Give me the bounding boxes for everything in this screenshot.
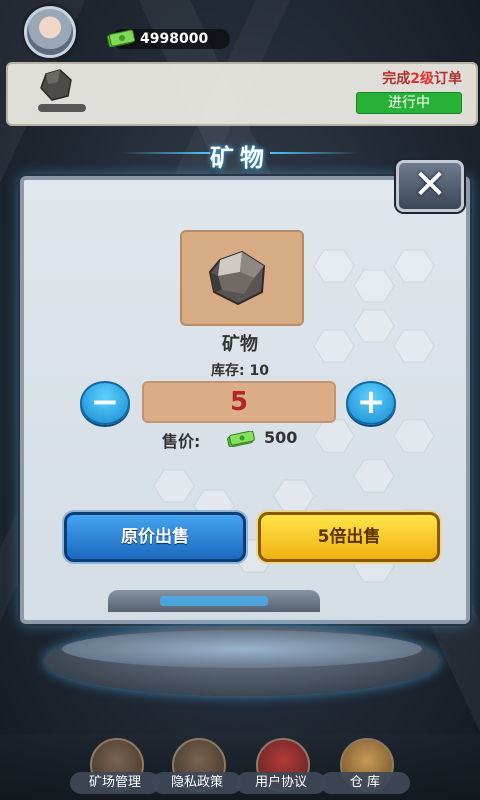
ore-item-icon	[208, 250, 266, 306]
nav-item-user-agreement[interactable]: 用户协议	[236, 738, 326, 798]
sell-5x-button[interactable]: 5倍出售	[258, 512, 440, 562]
close-button[interactable]: ✕	[396, 160, 464, 212]
money-value: 4998000	[140, 31, 209, 47]
price-value: 500	[264, 428, 298, 447]
stock-text: 库存: 10	[211, 363, 269, 379]
order-title: 完成2级订单	[382, 71, 462, 87]
panel-footer-deco	[108, 590, 320, 612]
order-status-button[interactable]: 进行中	[356, 92, 462, 114]
cash-icon	[227, 431, 255, 447]
money-display: 4998000	[106, 29, 230, 49]
decrease-quantity-button[interactable]: −	[80, 381, 130, 425]
nav-item-warehouse[interactable]: 仓 库	[320, 738, 410, 798]
ore-icon	[40, 69, 72, 101]
order-progress-bar	[38, 104, 86, 112]
nav-label: 隐私政策	[152, 772, 242, 794]
cash-icon	[106, 29, 136, 47]
item-name: 矿物	[222, 334, 258, 355]
nav-item-mine-management[interactable]: 矿场管理	[70, 738, 160, 798]
quantity-field[interactable]: 5	[142, 381, 336, 423]
player-avatar[interactable]	[24, 6, 76, 58]
nav-label: 仓 库	[320, 772, 410, 794]
nav-label: 矿场管理	[70, 772, 160, 794]
increase-quantity-button[interactable]: +	[346, 381, 396, 425]
nav-item-privacy-policy[interactable]: 隐私政策	[152, 738, 242, 798]
price-label: 售价:	[162, 432, 201, 451]
close-icon: ✕	[413, 162, 447, 208]
platform-top	[62, 630, 422, 668]
minus-icon: −	[90, 382, 120, 422]
sell-normal-price-button[interactable]: 原价出售	[64, 512, 246, 562]
plus-icon: +	[356, 382, 386, 422]
nav-label: 用户协议	[236, 772, 326, 794]
